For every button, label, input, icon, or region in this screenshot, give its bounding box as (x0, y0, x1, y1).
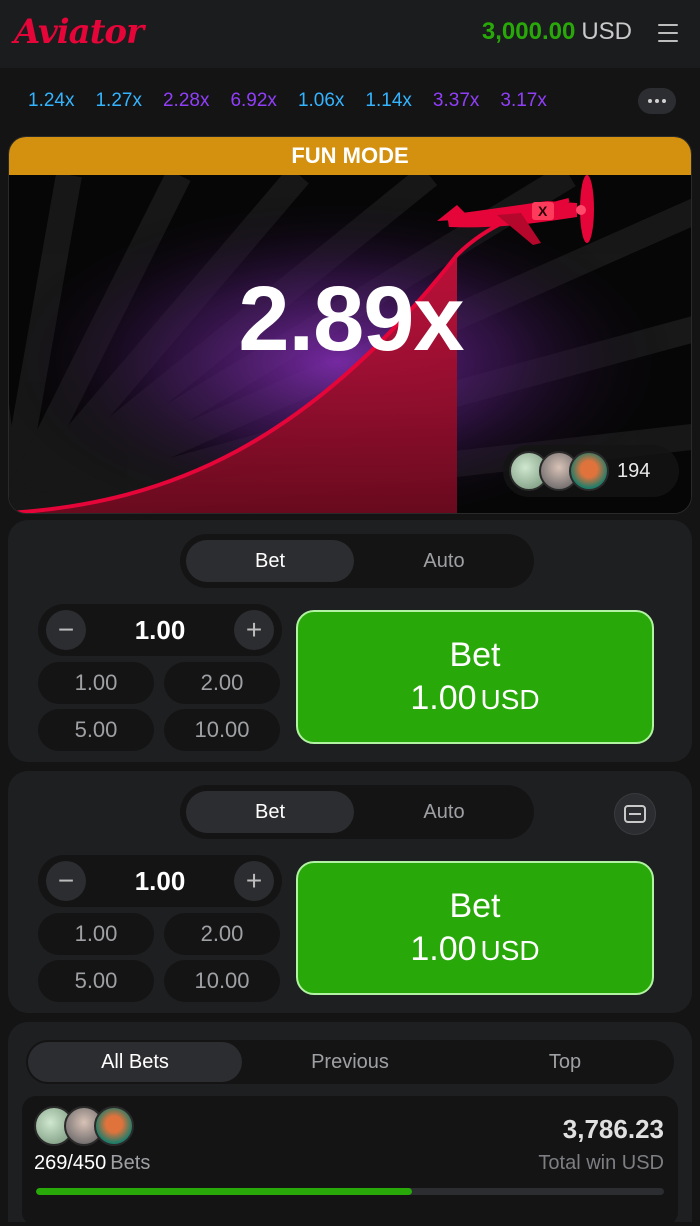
bets-progress-bar (36, 1188, 664, 1195)
bets-summary: 269/450 Bets 3,786.23 Total win USD (22, 1096, 678, 1226)
hamburger-menu-icon[interactable] (658, 24, 678, 42)
increase-stake-button[interactable]: + (234, 861, 274, 901)
bet-button-amount: 1.00 USD (410, 679, 539, 718)
remove-panel-icon[interactable] (614, 793, 656, 835)
tab-bet[interactable]: Bet (186, 791, 354, 833)
balance-currency: USD (581, 18, 632, 45)
quick-amount-button[interactable]: 10.00 (164, 709, 280, 751)
history-item: 6.92x (230, 90, 277, 111)
player-avatars (34, 1106, 134, 1146)
bet-button-amount: 1.00 USD (410, 930, 539, 969)
bets-progress-fill (36, 1188, 412, 1195)
aviator-logo: Aviator (14, 12, 144, 52)
players-counter: 194 (503, 445, 679, 497)
history-list: 1.24x 1.27x 2.28x 6.92x 1.06x 1.14x 3.37… (28, 90, 568, 112)
history-item: 3.17x (500, 90, 547, 111)
tab-all-bets[interactable]: All Bets (28, 1042, 242, 1082)
bets-section: All Bets Previous Top 269/450 Bets 3,786.… (8, 1022, 692, 1226)
history-item: 1.06x (297, 90, 345, 111)
bet-button-label: Bet (449, 636, 501, 674)
place-bet-button[interactable]: Bet 1.00 USD (296, 861, 654, 995)
svg-text:X: X (538, 203, 548, 219)
quick-amount-button[interactable]: 2.00 (164, 913, 280, 955)
bet-button-label: Bet (449, 887, 501, 925)
balance-display: 3,000.00 USD (482, 18, 632, 46)
game-canvas: FUN MODE X 2.89x 194 (8, 136, 692, 514)
bet-currency: USD (480, 935, 540, 966)
avatar (569, 451, 609, 491)
bets-count-label: Bets (110, 1152, 151, 1174)
current-multiplier: 2.89x (238, 268, 464, 370)
quick-amount-button[interactable]: 10.00 (164, 960, 280, 1002)
tab-top[interactable]: Top (458, 1042, 672, 1082)
balance-amount: 3,000.00 (481, 18, 576, 45)
more-history-button[interactable] (638, 88, 676, 114)
quick-amount-button[interactable]: 1.00 (38, 913, 154, 955)
avatar (94, 1106, 134, 1146)
quick-amount-button[interactable]: 5.00 (38, 960, 154, 1002)
history-item: 3.37x (432, 90, 480, 111)
history-item: 1.14x (365, 90, 412, 111)
quick-amount-button[interactable]: 1.00 (38, 662, 154, 704)
total-win-label: Total win USD (538, 1152, 664, 1174)
bet-mode-tabs: Bet Auto (180, 785, 534, 839)
stake-stepper: − 1.00 + (38, 855, 282, 907)
player-avatars (509, 451, 609, 491)
bet-mode-tabs: Bet Auto (180, 534, 534, 588)
quick-amount-button[interactable]: 2.00 (164, 662, 280, 704)
stake-stepper: − 1.00 + (38, 604, 282, 656)
fun-mode-banner: FUN MODE (9, 137, 691, 175)
app-header: Aviator 3,000.00 USD (0, 0, 700, 68)
tab-auto[interactable]: Auto (360, 540, 528, 582)
quick-amount-button[interactable]: 5.00 (38, 709, 154, 751)
bets-count-value: 269/450 (34, 1152, 107, 1174)
history-item: 2.28x (162, 90, 210, 111)
bet-currency: USD (480, 684, 540, 715)
bet-amount: 1.00 (410, 930, 477, 968)
bet-amount: 1.00 (410, 679, 477, 717)
history-item: 1.24x (28, 90, 75, 111)
tab-auto[interactable]: Auto (360, 791, 528, 833)
tab-previous[interactable]: Previous (243, 1042, 457, 1082)
bets-count: 269/450 Bets (34, 1152, 150, 1175)
bet-panel-2: Bet Auto − 1.00 + 1.00 2.00 5.00 10.00 B… (8, 771, 692, 1013)
bets-tabs: All Bets Previous Top (26, 1040, 674, 1084)
multiplier-history: 1.24x 1.27x 2.28x 6.92x 1.06x 1.14x 3.37… (0, 68, 700, 134)
player-count: 194 (617, 459, 651, 482)
increase-stake-button[interactable]: + (234, 610, 274, 650)
history-item: 1.27x (95, 90, 142, 111)
total-win-value: 3,786.23 (562, 1114, 664, 1144)
place-bet-button[interactable]: Bet 1.00 USD (296, 610, 654, 744)
tab-bet[interactable]: Bet (186, 540, 354, 582)
bet-panel-1: Bet Auto − 1.00 + 1.00 2.00 5.00 10.00 B… (8, 520, 692, 762)
